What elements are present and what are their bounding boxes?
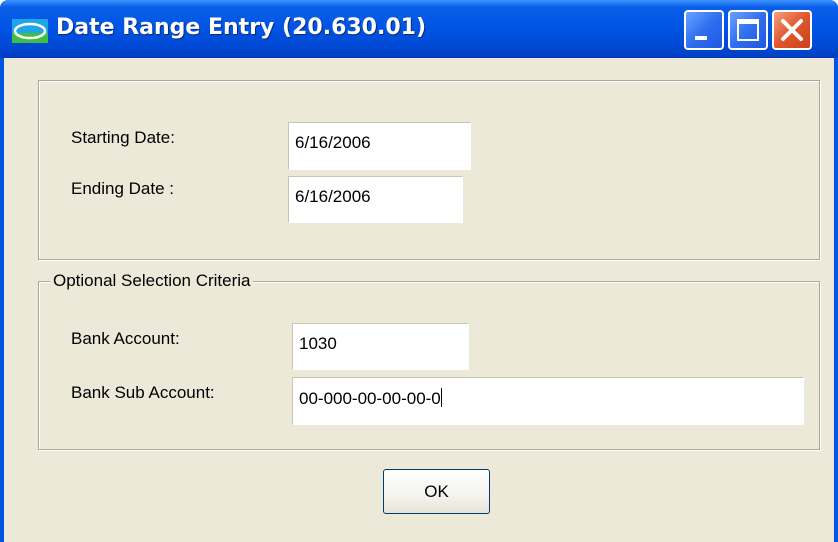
ending-date-field[interactable]: 6/16/2006 — [288, 176, 463, 223]
window-title: Date Range Entry (20.630.01) — [56, 15, 427, 40]
minimize-icon — [695, 36, 707, 40]
dialog-body: Starting Date: 6/16/2006 Ending Date : 6… — [4, 58, 834, 542]
maximize-icon — [737, 19, 759, 41]
starting-date-label: Starting Date: — [71, 128, 175, 147]
close-button[interactable] — [772, 10, 812, 50]
dialog-window: Date Range Entry (20.630.01) Starting Da… — [0, 0, 838, 542]
date-range-group — [38, 80, 820, 260]
app-icon — [12, 19, 48, 43]
bank-sub-account-field[interactable]: 00-000-00-00-00-0 — [292, 377, 804, 425]
optional-criteria-legend: Optional Selection Criteria — [50, 271, 254, 291]
minimize-button[interactable] — [684, 10, 724, 50]
title-bar[interactable]: Date Range Entry (20.630.01) — [0, 0, 838, 58]
starting-date-field[interactable]: 6/16/2006 — [288, 122, 471, 170]
bank-account-field[interactable]: 1030 — [292, 323, 469, 370]
close-icon — [781, 19, 803, 41]
bank-account-label: Bank Account: — [71, 329, 180, 348]
bank-sub-account-value: 00-000-00-00-00-0 — [299, 389, 441, 408]
ok-button[interactable]: OK — [383, 469, 490, 514]
maximize-button[interactable] — [728, 10, 768, 50]
ending-date-label: Ending Date : — [71, 179, 175, 198]
text-caret — [440, 388, 442, 407]
bank-sub-account-label: Bank Sub Account: — [71, 383, 215, 402]
